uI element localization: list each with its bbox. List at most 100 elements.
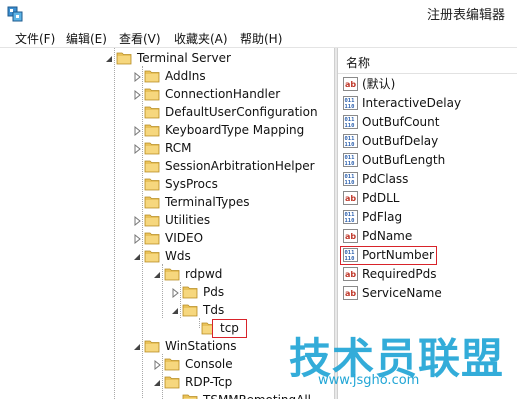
value-name-label: PdDLL	[362, 191, 400, 205]
value-row-outbufcount[interactable]: 011 110 OutBufCount	[338, 113, 517, 132]
value-row-requiredpds[interactable]: ab RequiredPds	[338, 265, 517, 284]
binary-value-icon: 011110	[343, 172, 358, 186]
value-name-label: (默认)	[362, 77, 396, 91]
tree-item-label: TSMMRemotingAll	[203, 392, 311, 399]
svg-text:ab: ab	[345, 80, 356, 89]
value-row-interactivedelay[interactable]: 011 110 InteractiveDelay	[338, 94, 517, 113]
folder-icon	[144, 88, 160, 101]
tree-item-label: KeyboardType Mapping	[165, 123, 305, 137]
binary-value-icon: 011110	[343, 115, 358, 129]
value-row-servicename[interactable]: ab ServiceName	[338, 284, 517, 303]
folder-icon	[182, 394, 198, 399]
tree-item-label: Pds	[203, 285, 225, 299]
string-value-icon: ab	[343, 77, 358, 91]
menu-view[interactable]: 查看(V)	[119, 30, 161, 47]
column-header-label: 名称	[346, 56, 371, 70]
string-value-icon: ab	[343, 267, 358, 281]
collapsed-arrow-icon[interactable]	[132, 234, 142, 244]
tree-item-label: Tds	[203, 303, 225, 317]
value-name-label: ServiceName	[362, 286, 442, 300]
tree-guide-line	[199, 318, 200, 328]
svg-text:110: 110	[345, 256, 355, 262]
binary-value-icon: 011110	[343, 153, 358, 167]
regedit-app-icon[interactable]	[7, 5, 24, 22]
svg-text:110: 110	[345, 142, 355, 148]
tree-item-label: TerminalTypes	[165, 195, 250, 209]
value-name-label: PdName	[362, 229, 413, 243]
expanded-arrow-icon[interactable]	[170, 306, 180, 316]
registry-tree[interactable]: Terminal Server AddIns ConnectionHandler De…	[0, 48, 334, 399]
expanded-arrow-icon[interactable]	[152, 378, 162, 388]
folder-icon	[164, 358, 180, 371]
collapsed-arrow-icon[interactable]	[170, 288, 180, 298]
menu-edit[interactable]: 编辑(E)	[66, 30, 107, 47]
svg-text:110: 110	[345, 104, 355, 110]
menu-file[interactable]: 文件(F)	[15, 30, 55, 47]
tree-item-label: RDP-Tcp	[185, 375, 233, 389]
tree-item-label: SessionArbitrationHelper	[165, 159, 315, 173]
watermark-url: www.jsgho.com	[318, 373, 420, 388]
menu-favorites[interactable]: 收藏夹(A)	[174, 30, 228, 47]
folder-icon	[144, 106, 160, 119]
value-name-label: RequiredPds	[362, 267, 437, 281]
folder-icon	[144, 124, 160, 137]
svg-text:ab: ab	[345, 289, 356, 298]
value-row-[interactable]: ab (默认)	[338, 75, 517, 94]
value-name-label: OutBufCount	[362, 115, 440, 129]
tree-guide-line	[142, 66, 143, 398]
value-row-outbuflength[interactable]: 011 110 OutBufLength	[338, 151, 517, 170]
value-row-pddll[interactable]: ab PdDLL	[338, 189, 517, 208]
tree-item-label: VIDEO	[165, 231, 204, 245]
column-header-name[interactable]: 名称	[338, 48, 517, 74]
folder-icon	[144, 214, 160, 227]
folder-icon	[144, 196, 160, 209]
folder-open-icon	[182, 304, 198, 317]
expanded-arrow-icon[interactable]	[132, 252, 142, 262]
tree-guide-line	[114, 48, 115, 399]
tree-guide-line	[180, 282, 181, 318]
svg-text:ab: ab	[345, 232, 356, 241]
collapsed-arrow-icon[interactable]	[132, 90, 142, 100]
folder-open-icon	[164, 268, 180, 281]
tree-guide-line	[162, 264, 163, 318]
value-row-pdclass[interactable]: 011 110 PdClass	[338, 170, 517, 189]
collapsed-arrow-icon[interactable]	[132, 126, 142, 136]
string-value-icon: ab	[343, 229, 358, 243]
svg-text:110: 110	[345, 123, 355, 129]
collapsed-arrow-icon[interactable]	[132, 72, 142, 82]
string-value-icon: ab	[343, 191, 358, 205]
expanded-arrow-icon[interactable]	[132, 342, 142, 352]
tree-item-label: Wds	[165, 249, 191, 263]
collapsed-arrow-icon[interactable]	[152, 360, 162, 370]
folder-icon	[144, 232, 160, 245]
folder-icon	[182, 286, 198, 299]
menu-help[interactable]: 帮助(H)	[240, 30, 282, 47]
tree-item-label: WinStations	[165, 339, 237, 353]
value-name-label: PdFlag	[362, 210, 403, 224]
value-name-label: PortNumber	[362, 248, 434, 262]
title-bar: 注册表编辑器	[0, 0, 517, 28]
expanded-arrow-icon[interactable]	[152, 270, 162, 280]
expanded-arrow-icon[interactable]	[104, 54, 114, 64]
value-row-portnumber[interactable]: 011 110 PortNumber	[340, 246, 437, 265]
tree-item-label: Terminal Server	[137, 51, 231, 65]
tree-item-label: DefaultUserConfiguration	[165, 105, 318, 119]
collapsed-arrow-icon[interactable]	[132, 216, 142, 226]
binary-value-icon: 011110	[343, 134, 358, 148]
tree-item-label: AddIns	[165, 69, 206, 83]
folder-open-icon	[164, 376, 180, 389]
value-row-outbufdelay[interactable]: 011 110 OutBufDelay	[338, 132, 517, 151]
folder-icon	[144, 178, 160, 191]
collapsed-arrow-icon[interactable]	[132, 144, 142, 154]
tree-item-label: Console	[185, 357, 233, 371]
tree-guide-line	[162, 354, 163, 399]
svg-text:ab: ab	[345, 194, 356, 203]
svg-text:110: 110	[345, 161, 355, 167]
value-name-label: OutBufDelay	[362, 134, 439, 148]
binary-value-icon: 011110	[343, 210, 358, 224]
value-row-pdflag[interactable]: 011 110 PdFlag	[338, 208, 517, 227]
folder-icon	[144, 142, 160, 155]
value-row-pdname[interactable]: ab PdName	[338, 227, 517, 246]
svg-text:110: 110	[345, 218, 355, 224]
window-title: 注册表编辑器	[426, 8, 505, 23]
